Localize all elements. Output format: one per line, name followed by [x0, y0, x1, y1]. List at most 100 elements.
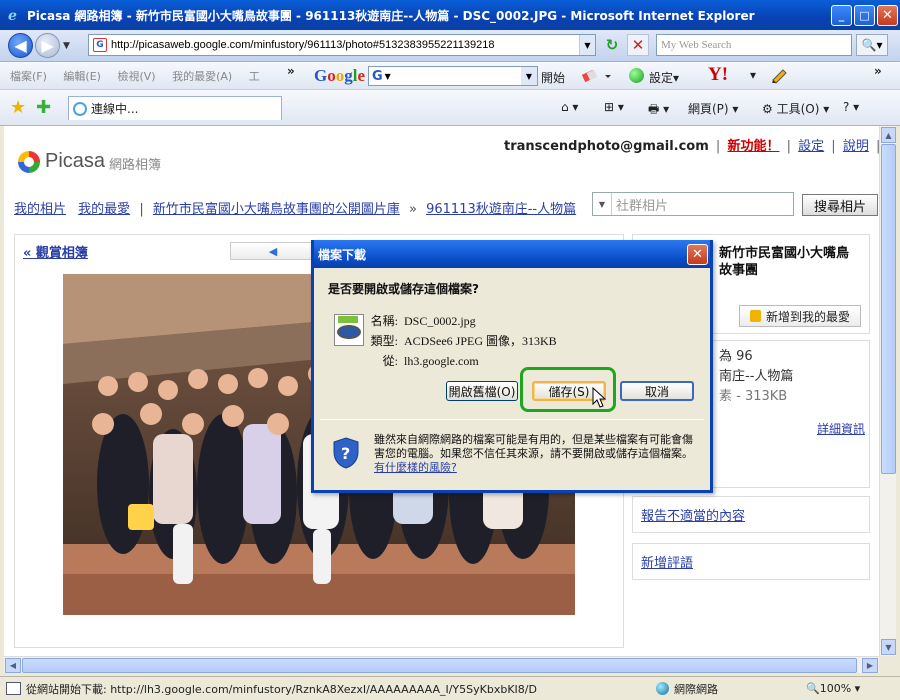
cancel-button[interactable]: 取消	[620, 381, 694, 401]
menu-edit[interactable]: 編輯(E)	[63, 70, 101, 83]
add-to-favorites-label: 新增到我的最愛	[765, 309, 850, 324]
menu-view[interactable]: 檢視(V)	[117, 70, 155, 83]
menu-favorites[interactable]: 我的最愛(A)	[172, 70, 232, 83]
pencil-icon[interactable]	[769, 66, 791, 84]
google-logo: Google	[314, 66, 366, 85]
tab-label: 連線中...	[91, 102, 139, 116]
eraser-dropdown-icon[interactable]	[603, 68, 613, 84]
file-name-value: DSC_0002.jpg	[404, 314, 476, 328]
window-titlebar: e Picasa 網路相簿 - 新竹市民富國小大嘴鳥故事團 - 961113秋遊…	[0, 0, 900, 30]
help-icon[interactable]: ? ▾	[843, 100, 859, 114]
vertical-scrollbar[interactable]: ▲ ▼	[879, 126, 896, 656]
report-link[interactable]: 報告不適當的內容	[633, 497, 869, 532]
add-favorites-icon[interactable]: ✚	[36, 97, 51, 118]
forward-button[interactable]: ▶	[35, 33, 60, 58]
risk-link[interactable]: 有什麼樣的風險?	[374, 461, 457, 474]
add-to-favorites-button[interactable]: 新增到我的最愛	[739, 305, 861, 327]
back-button[interactable]: ◀	[8, 33, 33, 58]
breadcrumb: 我的相片 我的最愛 | 新竹市民富國小大嘴鳥故事團的公開圖片庫 » 961113…	[14, 202, 577, 217]
tools-menu-button[interactable]: ⚙ 工具(O) ▾	[762, 100, 829, 117]
open-button[interactable]: 開啟舊檔(O)	[446, 381, 518, 401]
vertical-scroll-thumb[interactable]	[881, 144, 896, 474]
google-settings-button[interactable]: 設定▾	[649, 69, 679, 86]
album-link[interactable]: 961113秋遊南庄--人物篇	[426, 202, 576, 217]
security-warning: 雖然來自網際網路的檔案可能是有用的，但是某些檔案有可能會傷害您的電腦。如果您不信…	[374, 433, 694, 475]
security-zone: 網際網路	[656, 681, 796, 697]
file-from-value: lh3.google.com	[404, 354, 479, 368]
info-line-3: 素 - 313KB	[719, 389, 788, 404]
browse-album-link[interactable]: « 觀賞相簿	[23, 242, 88, 261]
picasa-logo[interactable]: Picasa 網路相簿	[18, 150, 161, 173]
community-search-input[interactable]: ▼ 社群相片	[592, 192, 794, 216]
svg-text:?: ?	[341, 444, 350, 463]
address-url[interactable]: http://picasaweb.google.com/minfustory/9…	[111, 39, 579, 51]
search-button[interactable]: 🔍▾	[856, 34, 888, 56]
gallery-link[interactable]: 新竹市民富國小大嘴鳥故事團的公開圖片庫	[153, 202, 400, 217]
scroll-down-icon[interactable]: ▼	[881, 639, 896, 655]
dialog-close-button[interactable]: ✕	[687, 243, 708, 265]
help-link[interactable]: 說明	[843, 139, 869, 154]
eraser-icon[interactable]	[580, 68, 600, 84]
community-search-dropdown-icon[interactable]: ▼	[593, 200, 611, 209]
toolbar-more-icon[interactable]: »	[874, 64, 882, 78]
my-favorites-link[interactable]: 我的最愛	[78, 202, 130, 217]
toolbar-chevron-icon[interactable]: »	[287, 64, 295, 78]
horizontal-scrollbar[interactable]: ◀ ▶	[4, 656, 879, 673]
menu-file[interactable]: 檔案(F)	[10, 70, 47, 83]
print-icon[interactable]: 🖶 ▾	[648, 100, 669, 121]
yahoo-dropdown-icon[interactable]: ▾	[750, 68, 756, 82]
address-dropdown-icon[interactable]: ▼	[579, 35, 595, 55]
maximize-button[interactable]: □	[854, 4, 875, 26]
scroll-left-icon[interactable]: ◀	[5, 658, 21, 673]
address-bar[interactable]: G http://picasaweb.google.com/minfustory…	[88, 34, 596, 56]
comment-box: 新增評語	[632, 543, 870, 580]
previous-photo-button[interactable]: ◀	[230, 242, 316, 260]
google-select-arrow-icon[interactable]: ▼	[521, 67, 537, 85]
menu-tools[interactable]: 工	[249, 70, 260, 83]
file-download-dialog: 檔案下載 ✕ 是否要開啟或儲存這個檔案? 名稱: DSC_0002.jpg 類型:…	[311, 240, 713, 493]
horizontal-scroll-thumb[interactable]	[22, 658, 857, 673]
favorites-star-icon[interactable]: ★	[10, 97, 26, 118]
close-button[interactable]: ✕	[877, 4, 898, 26]
my-photos-link[interactable]: 我的相片	[14, 202, 66, 217]
google-search-select[interactable]: G ▼ ▼	[368, 66, 538, 86]
zoom-level[interactable]: 🔍100% ▾	[806, 682, 860, 695]
info-line-2: 南庄--人物篇	[719, 369, 794, 384]
scroll-right-icon[interactable]: ▶	[862, 658, 878, 673]
dialog-title: 檔案下載	[318, 247, 367, 262]
search-photos-button[interactable]: 搜尋相片	[802, 194, 878, 216]
file-type-value: ACDSee6 JPEG 圖像，313KB	[404, 334, 557, 348]
settings-link[interactable]: 設定	[798, 139, 824, 154]
page-menu-button[interactable]: 網頁(P) ▾	[688, 100, 738, 117]
security-shield-icon: ?	[333, 437, 359, 469]
feeds-icon[interactable]: ⊞ ▾	[604, 100, 624, 114]
google-favicon-icon: G	[93, 38, 107, 52]
warning-text: 雖然來自網際網路的檔案可能是有用的，但是某些檔案有可能會傷害您的電腦。如果您不信…	[374, 433, 693, 460]
tab-loading[interactable]: 連線中...	[68, 96, 282, 120]
lock-icon	[749, 310, 761, 322]
menu-bar: 檔案(F) 編輯(E) 檢視(V) 我的最愛(A) 工	[10, 68, 273, 84]
refresh-button[interactable]: ↻	[601, 34, 623, 56]
scroll-up-icon[interactable]: ▲	[881, 127, 896, 143]
globe-icon	[656, 682, 669, 695]
dialog-question: 是否要開啟或儲存這個檔案?	[328, 282, 479, 296]
mouse-cursor-icon	[592, 387, 606, 408]
file-name-row: 名稱: DSC_0002.jpg	[370, 314, 476, 328]
dialog-divider	[320, 419, 704, 420]
home-icon[interactable]: ⌂ ▾	[561, 100, 578, 114]
minimize-button[interactable]: _	[831, 4, 852, 26]
google-go-button[interactable]: 開始	[541, 69, 565, 86]
new-features-link[interactable]: 新功能！	[727, 139, 779, 154]
navigation-bar: ◀ ▶ ▼ G http://picasaweb.google.com/minf…	[0, 30, 900, 62]
add-comment-link[interactable]: 新增評語	[633, 544, 869, 579]
status-message: 從網站開始下載: http://lh3.google.com/minfustor…	[0, 681, 640, 697]
stop-button[interactable]: ✕	[627, 34, 649, 56]
details-link[interactable]: 詳細資訊	[817, 419, 865, 439]
web-search-input[interactable]: My Web Search	[656, 34, 852, 56]
yahoo-logo[interactable]: Y!	[708, 64, 728, 86]
picasa-pinwheel-icon	[18, 150, 40, 173]
logo-name: Picasa	[45, 150, 106, 172]
history-dropdown-icon[interactable]: ▼	[63, 41, 70, 51]
google-g-dropdown-icon[interactable]: ▼	[385, 72, 391, 81]
status-bar: 從網站開始下載: http://lh3.google.com/minfustor…	[0, 676, 900, 700]
